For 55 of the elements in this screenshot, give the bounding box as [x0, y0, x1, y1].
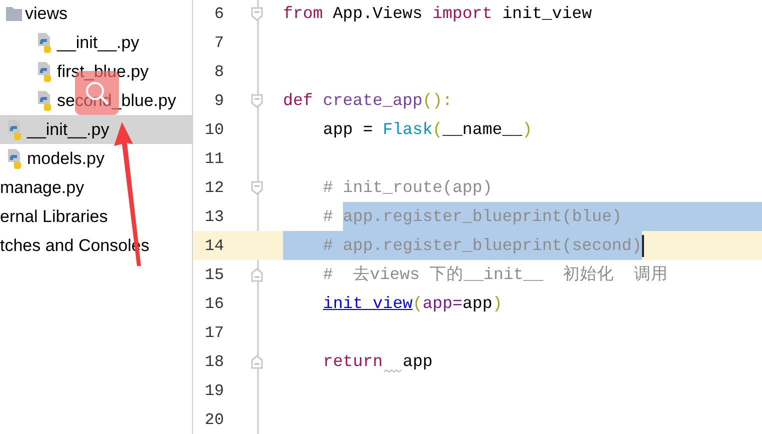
line-number: 19: [204, 380, 224, 402]
tree-item[interactable]: ernal Libraries: [0, 202, 192, 231]
code-token: app =: [323, 119, 374, 141]
code-token: create_app: [322, 90, 422, 112]
line-number: 12: [204, 178, 224, 198]
code-token: # 去views 下的__init__ 初始化 调用: [323, 264, 668, 286]
code-token: App.Views: [332, 3, 422, 25]
code-token: __name__: [442, 119, 522, 141]
code-token: # app.register_blueprint(second): [323, 231, 642, 260]
fold-marker-icon[interactable]: [250, 268, 262, 282]
line-number: 6: [213, 4, 224, 24]
fold-marker-icon[interactable]: [250, 6, 262, 20]
tree-item[interactable]: models.py: [0, 144, 192, 173]
code-token: # init_route(app): [323, 177, 492, 199]
code-token: init_view: [323, 293, 413, 315]
code-token: app: [462, 293, 492, 315]
line-number: 17: [204, 322, 224, 344]
tree-item[interactable]: __init__.py: [0, 28, 192, 57]
code-token: app=: [422, 293, 462, 315]
code-token: ():: [422, 90, 452, 112]
folder-icon: [5, 6, 23, 22]
line-number: 16: [204, 294, 224, 314]
code-token: init_view: [502, 3, 592, 25]
line-number: 10: [204, 120, 224, 140]
line-number: 18: [204, 352, 224, 372]
tree-item[interactable]: views: [0, 0, 192, 28]
code-token: #: [323, 206, 334, 228]
code-token: (: [412, 293, 423, 315]
line-number: 15: [204, 264, 224, 286]
code-token: return: [323, 351, 383, 373]
code-token: app: [402, 351, 433, 373]
line-number: 9: [213, 90, 224, 112]
tree-item[interactable]: first_blue.py: [0, 57, 192, 86]
fold-marker-icon[interactable]: [250, 354, 262, 368]
line-number: 13: [204, 206, 224, 228]
code-token: import: [432, 3, 492, 25]
line-number: 7: [213, 32, 224, 54]
tree-item[interactable]: second_blue.py: [0, 86, 192, 115]
line-number: 20: [204, 410, 224, 430]
line-number: 14: [204, 236, 224, 256]
code-token: from: [283, 3, 323, 25]
code-token: def: [283, 90, 313, 112]
line-number: 8: [213, 62, 224, 82]
text-cursor: [642, 234, 644, 256]
code-token: ): [522, 119, 532, 141]
fold-marker-icon[interactable]: [250, 180, 262, 194]
fold-marker-icon[interactable]: [250, 94, 262, 108]
code-token: (: [432, 119, 443, 141]
code-token: app.register_blueprint(blue): [342, 202, 622, 231]
tree-item[interactable]: __init__.py: [0, 115, 192, 144]
code-token: ): [492, 293, 502, 315]
code-token: Flask: [382, 119, 433, 141]
line-number: 11: [204, 148, 224, 170]
selection-highlight: [283, 231, 323, 260]
tree-item[interactable]: manage.py: [0, 173, 192, 202]
